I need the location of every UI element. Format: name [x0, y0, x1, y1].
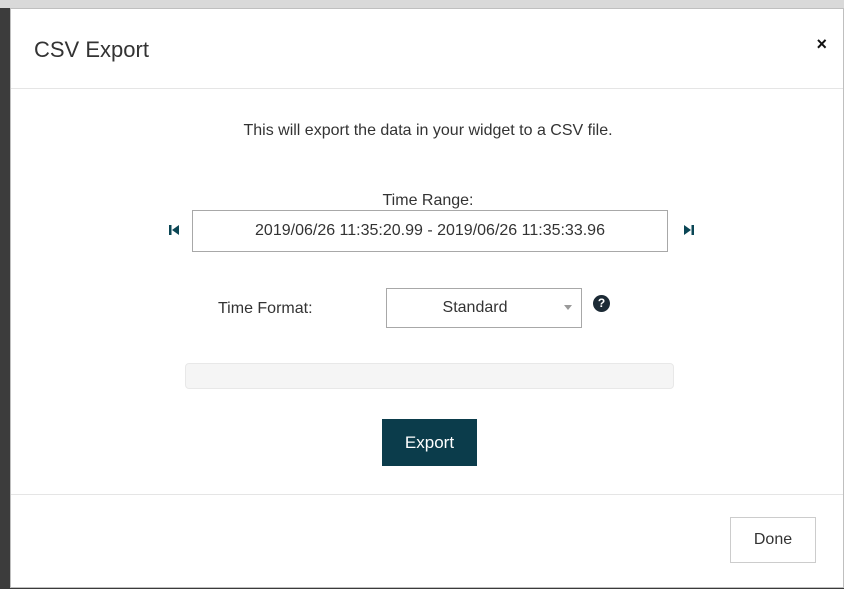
dialog-footer: Done	[11, 494, 843, 589]
close-button[interactable]: ×	[816, 35, 827, 53]
dialog-header: CSV Export ×	[11, 9, 843, 89]
export-button[interactable]: Export	[382, 419, 477, 466]
export-description: This will export the data in your widget…	[243, 122, 613, 139]
dialog-title: CSV Export	[34, 37, 149, 62]
csv-export-dialog: CSV Export × This will export the data i…	[10, 8, 844, 588]
time-format-selected-value: Standard	[442, 299, 508, 316]
skip-to-start-icon[interactable]	[167, 223, 181, 237]
help-icon[interactable]: ?	[593, 295, 610, 312]
time-format-label: Time Format:	[218, 300, 313, 317]
chevron-down-icon	[564, 305, 572, 310]
time-range-input[interactable]	[192, 210, 668, 252]
time-format-select[interactable]: Standard	[386, 288, 582, 328]
background-page-strip	[0, 0, 844, 8]
skip-to-end-icon[interactable]	[682, 223, 696, 237]
done-button[interactable]: Done	[730, 517, 816, 563]
export-progress-bar	[185, 363, 674, 389]
time-range-label: Time Range:	[382, 192, 474, 209]
